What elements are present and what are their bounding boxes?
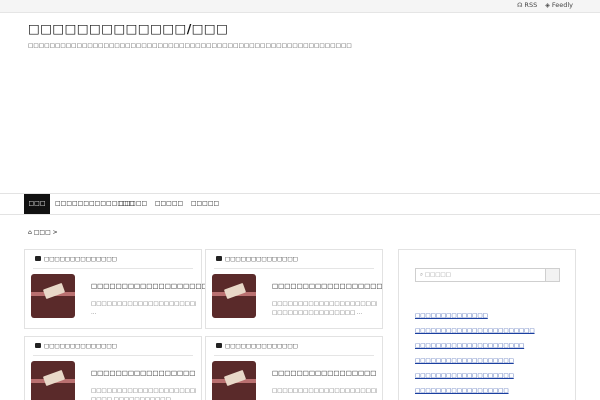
category-label: □□□□□□□□□□□□□□ [225,256,298,263]
post-thumbnail[interactable] [212,361,256,400]
sidebar-link[interactable]: □□□□□□□□□□□□□□□□□□ [415,388,509,394]
rss-label: RSS [524,1,538,9]
gift-tag [42,282,66,300]
nav-item-5[interactable]: □□□□□ [190,194,220,214]
gift-tag [42,369,66,387]
feedly-icon: ◈ [545,2,550,9]
site-title[interactable]: □□□□□□□□□□□□□/□□□ [28,21,228,36]
breadcrumb-separator: > [52,229,58,236]
folder-icon [35,256,41,261]
post-excerpt: □□□□□□□□□□□□□□□□□□□□□□□□□□□□□□□□□□□□□□□□… [91,301,196,316]
nav-item-home[interactable]: □□□ [24,194,50,214]
breadcrumb: ⌂ □□□ > [28,229,58,236]
search-input[interactable]: ⌕ □□□□□ [416,269,545,281]
feedly-link[interactable]: ◈ Feedly [545,1,573,9]
home-icon: ⌂ [28,229,32,236]
feed-links: ☊ RSS ◈ Feedly [517,1,573,9]
top-bar: ☊ RSS ◈ Feedly [0,0,600,13]
search-placeholder: □□□□□ [424,272,451,278]
post-title[interactable]: □□□□□□□□□□□□□□□□□□ [272,282,383,290]
post-category[interactable]: □□□□□□□□□□□□□□ [35,343,117,350]
folder-icon [216,343,222,348]
post-card[interactable]: □□□□□□□□□□□□□□ □□□□□□□□□□□□□□□□□□ □□□□□□… [205,249,383,329]
sidebar: ⌕ □□□□□ □□□□□□□□□□□□□□ □□□□□□□□□□□□□□□□□… [398,249,576,400]
rss-link[interactable]: ☊ RSS [517,1,537,9]
divider [214,268,374,269]
divider [33,268,193,269]
divider [33,355,193,356]
post-category[interactable]: □□□□□□□□□□□□□□ [216,256,298,263]
post-thumbnail[interactable] [212,274,256,318]
sidebar-link[interactable]: □□□□□□□□□□□□□□□□□□□ [415,358,514,364]
sidebar-link[interactable]: □□□□□□□□□□□□□□□□□□□□□ [415,343,524,349]
post-title[interactable]: □□□□□□□□□□□□□□□□□□□ [91,282,208,290]
gift-tag [223,282,247,300]
feedly-label: Feedly [551,1,573,9]
sidebar-link[interactable]: □□□□□□□□□□□□□□□□□□□□□□□ [415,328,535,334]
search-form: ⌕ □□□□□ [415,268,560,282]
post-card[interactable]: □□□□□□□□□□□□□□ □□□□□□□□□□□□□□□□□ □□□□□□□… [24,336,202,400]
folder-icon [35,343,41,348]
post-category[interactable]: □□□□□□□□□□□□□□ [35,256,117,263]
category-label: □□□□□□□□□□□□□□ [44,343,117,350]
folder-icon [216,256,222,261]
post-excerpt: □□□□□□□□□□□□□□□□□□□□□□□□□□/□□□□ □□□□□□□□… [91,388,196,400]
search-button[interactable] [545,269,559,281]
post-title[interactable]: □□□□□□□□□□□□□□□□□ [91,369,195,377]
post-card[interactable]: □□□□□□□□□□□□□□ □□□□□□□□□□□□□□□□□□□ □□□□□… [24,249,208,329]
post-title[interactable]: □□□□□□□□□□□□□□□□□ [272,369,376,377]
gift-tag [223,369,247,387]
site-description: □□□□□□□□□□□□□□□□□□□□□□□□□□□□□□□□□□□□□□□□… [28,43,352,49]
rss-icon: ☊ [517,2,523,9]
post-thumbnail[interactable] [31,274,75,318]
sidebar-link[interactable]: □□□□□□□□□□□□□□□□□□□ [415,373,514,379]
divider [214,355,374,356]
nav-item-3[interactable]: □□□□□ [118,194,148,214]
post-card[interactable]: □□□□□□□□□□□□□□ □□□□□□□□□□□□□□□□□ □□□□□□□… [205,336,383,400]
post-category[interactable]: □□□□□□□□□□□□□□ [216,343,298,350]
sidebar-link[interactable]: □□□□□□□□□□□□□□ [415,313,488,319]
post-excerpt: □□□□□□□□□□□□□□□□□□□□□□□□□□/□□□□□□□□□□□□□… [272,301,377,316]
category-label: □□□□□□□□□□□□□□ [44,256,117,263]
nav-item-2[interactable]: □□□□□□□□□□□□□□ [55,194,134,214]
category-label: □□□□□□□□□□□□□□ [225,343,298,350]
nav-item-4[interactable]: □□□□□ [154,194,184,214]
global-nav: □□□ □□□□□□□□□□□□□□ □□□□□ □□□□□ □□□□□ [0,193,600,215]
post-excerpt: □□□□□□□□□□□□□□□□□□□□□□□□□□□□□□□□□□□□□□□□… [272,388,377,400]
breadcrumb-home[interactable]: □□□ [34,229,51,236]
post-thumbnail[interactable] [31,361,75,400]
